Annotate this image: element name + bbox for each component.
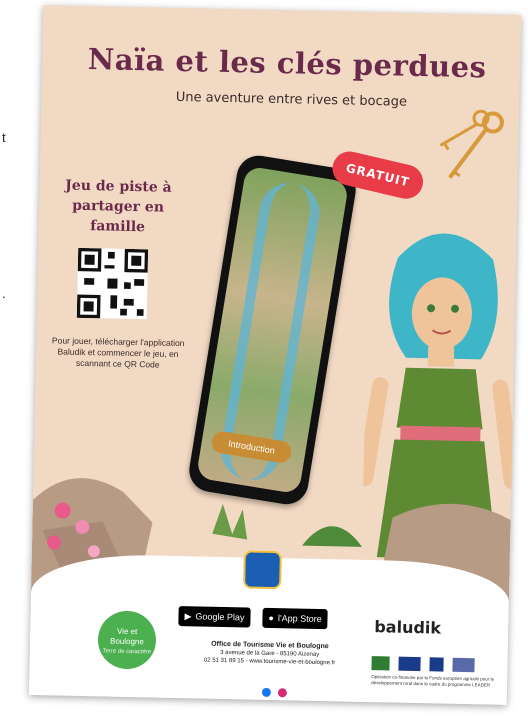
instagram-icon[interactable] <box>277 688 288 698</box>
page-edge-letter: t <box>2 130 6 145</box>
baludik-logo: baludik <box>374 617 442 638</box>
region-logo-icon <box>429 656 444 672</box>
page-edge-mark: . <box>2 286 6 301</box>
logo-tagline: Terre de caractère <box>102 648 152 656</box>
play-icon: ▶ <box>184 611 192 622</box>
scan-instructions: Pour jouer, télécharger l'application Ba… <box>51 335 185 370</box>
phone-screen: Introduction <box>195 165 350 495</box>
keys-illustration <box>439 109 504 179</box>
facebook-icon[interactable] <box>261 687 272 697</box>
apple-icon: ● <box>268 612 275 624</box>
left-heading: Jeu de piste à partager en famille <box>65 177 172 236</box>
eu-flag-icon <box>398 656 421 671</box>
poster-title: Naïa et les clés perdues <box>87 42 487 85</box>
google-play-button[interactable]: ▶ Google Play <box>178 606 251 628</box>
funding-logos <box>371 652 491 672</box>
qr-code[interactable] <box>76 247 149 320</box>
social-links <box>261 682 288 702</box>
phone-mockup: Introduction <box>186 152 359 508</box>
leader-logo-icon <box>371 655 390 670</box>
poster: Naïa et les clés perdues Une aventure en… <box>28 5 522 705</box>
funding-notice: Opération co-financée par le Fonds europ… <box>371 674 495 688</box>
google-play-label: Google Play <box>195 611 245 623</box>
department-logo-icon <box>452 657 475 672</box>
app-store-button[interactable]: ● l'App Store <box>262 607 328 630</box>
tourism-office-info: Office de Tourisme Vie et Boulogne 3 ave… <box>180 640 360 668</box>
app-store-label: l'App Store <box>277 613 322 625</box>
baludik-app-icon <box>243 550 282 590</box>
